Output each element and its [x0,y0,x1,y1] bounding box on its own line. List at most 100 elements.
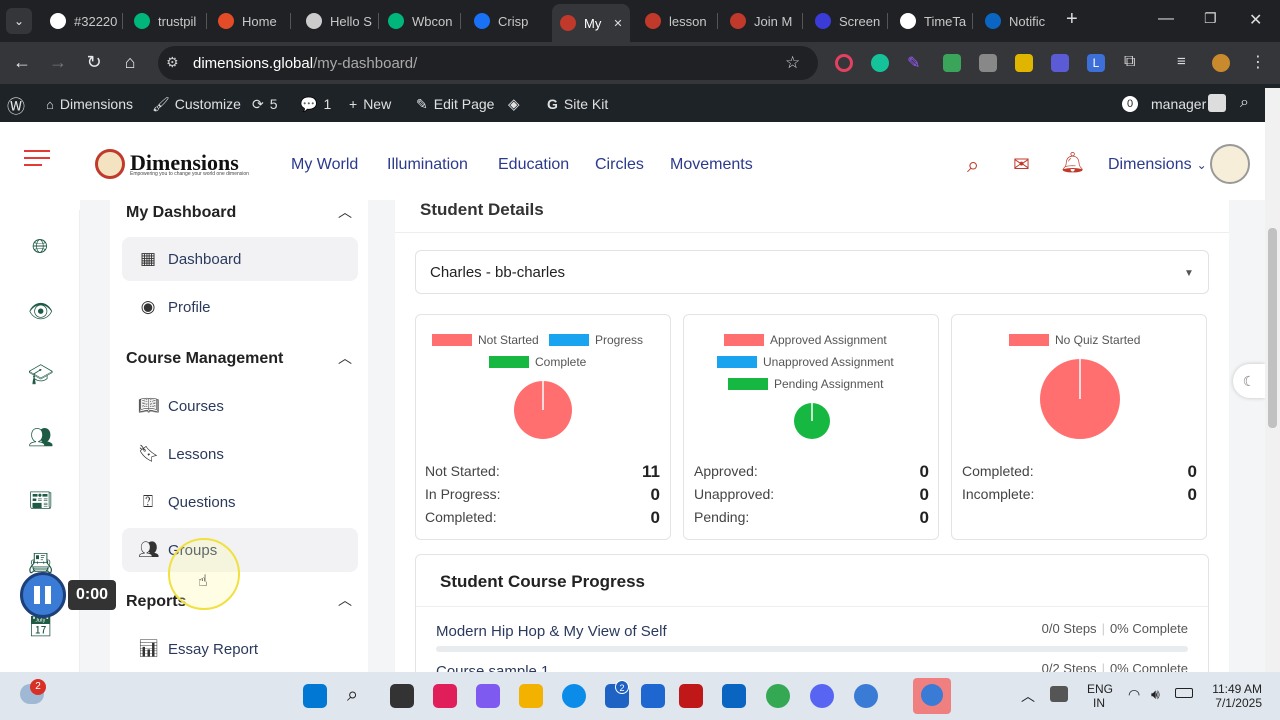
browser-tab[interactable]: Join M [722,7,798,35]
edge-icon[interactable] [562,684,586,708]
sidebar-item-profile[interactable]: ◉ Profile [122,285,358,329]
legend-approved[interactable]: Approved Assignment [724,333,887,347]
volume-icon[interactable]: 🔊︎ [1151,686,1160,703]
nav-circles[interactable]: Circles [595,156,644,174]
course-name[interactable]: Modern Hip Hop & My View of Self [436,623,667,640]
diamond-icon[interactable]: ◈ [508,95,520,113]
legend-unapproved[interactable]: Unapproved Assignment [717,355,894,369]
system-clock[interactable]: 11:49 AM 7/1/2025 [1206,682,1262,710]
recorder-app-icon[interactable] [854,684,878,708]
extension-instagram-icon[interactable] [835,54,853,72]
task-view-icon[interactable] [390,684,414,708]
eye-icon[interactable]: 👁︎ [28,299,53,323]
hamburger-menu-icon[interactable] [24,150,50,168]
legend-no-quiz-started[interactable]: No Quiz Started [1009,333,1140,347]
profile-avatar[interactable] [1212,54,1230,72]
chrome-icon[interactable] [766,684,790,708]
restore-icon[interactable]: ❐ [1204,10,1217,27]
scrollbar-thumb[interactable] [1268,228,1277,428]
wifi-icon[interactable]: ◠ [1128,686,1140,703]
url-text[interactable]: dimensions.global/my-dashboard/ [193,55,417,72]
search-icon[interactable]: ⌕ [347,684,371,708]
close-tab-icon[interactable]: ✕ [613,17,622,30]
teamviewer-icon[interactable] [641,684,665,708]
browser-menu-icon[interactable]: ⋮ [1250,52,1268,71]
onedrive-icon[interactable] [1050,686,1068,702]
back-icon[interactable]: ← [10,52,34,73]
close-window-icon[interactable]: ✕ [1249,10,1262,30]
browser-tab[interactable]: Home [210,7,286,35]
browser-tab[interactable]: Screen [807,7,883,35]
file-explorer-icon[interactable] [519,684,543,708]
sidebar-item-essay-report[interactable]: 📊︎ Essay Report [122,627,358,671]
wp-user-avatar[interactable] [1208,94,1226,112]
extension-copy-icon[interactable] [979,54,997,72]
browser-tab[interactable]: lesson [637,7,713,35]
course-name[interactable]: Course sample 1 [436,662,549,672]
graduation-cap-icon[interactable]: 🎓︎ [28,362,53,386]
globe-icon[interactable]: 🌐︎ [28,236,52,260]
reload-icon[interactable]: ↻ [82,52,106,73]
wp-site-kit-link[interactable]: G Site Kit [547,96,608,112]
wp-notification-badge[interactable]: 0 [1122,96,1138,112]
copilot-icon[interactable] [476,684,500,708]
discord-icon[interactable] [810,684,834,708]
extension-feather-icon[interactable]: ✎ [907,53,925,72]
browser-tab[interactable]: trustpil [126,7,202,35]
assignment-status-pie[interactable] [793,402,831,440]
media-control-icon[interactable]: ≡ [1177,53,1195,71]
nav-illumination[interactable]: Illumination [387,156,468,174]
dark-mode-toggle-icon[interactable]: ☾ [1233,364,1265,398]
forward-icon[interactable]: → [46,52,70,73]
wp-comments-link[interactable]: 💬 1 [300,96,331,113]
section-title-my-dashboard[interactable]: My Dashboard [126,204,236,222]
minimize-icon[interactable]: — [1158,10,1174,28]
sidebar-item-dashboard[interactable]: ▦ Dashboard [122,237,358,281]
outlook-icon[interactable] [722,684,746,708]
nav-movements[interactable]: Movements [670,156,753,174]
legend-pending[interactable]: Pending Assignment [728,377,883,391]
wp-updates-link[interactable]: ⟳ 5 [252,96,278,113]
browser-tab[interactable]: Notific [977,7,1053,35]
browser-tab[interactable]: My ✕ [552,4,630,42]
quiz-status-pie[interactable] [1039,358,1121,440]
chevron-up-icon[interactable]: ︿ [338,202,352,222]
extensions-puzzle-icon[interactable]: ⧉ [1124,53,1142,71]
newspaper-icon[interactable]: 📰︎ [28,488,53,512]
windows-start-icon[interactable] [303,684,327,708]
legend-not-started[interactable]: Not Started [432,333,539,347]
wordpress-logo-icon[interactable]: Ⓦ [7,93,25,119]
sidebar-item-courses[interactable]: 📖︎ Courses [122,384,358,428]
home-icon[interactable]: ⌂ [118,52,142,73]
wp-customize-link[interactable]: 🖌 Customize [152,96,241,113]
section-title-course-management[interactable]: Course Management [126,350,283,368]
wp-site-link[interactable]: ⌂ Dimensions [46,96,133,112]
extension-android-icon[interactable] [943,54,961,72]
language-indicator[interactable]: ENG IN [1087,682,1113,710]
active-app-tile[interactable] [913,678,951,714]
extension-yellow-icon[interactable] [1015,54,1033,72]
browser-tab[interactable]: #32220 [42,7,118,35]
legend-complete[interactable]: Complete [489,355,586,369]
wp-edit-page-link[interactable]: ✎ Edit Page [416,96,494,113]
course-status-pie[interactable] [513,380,573,440]
slack-icon[interactable] [433,684,457,708]
wp-search-icon[interactable]: ⌕ [1240,94,1249,112]
site-info-icon[interactable]: ⚙ [166,54,179,71]
bell-icon[interactable]: 🔔︎ [1060,150,1085,175]
dimensions-logo-icon[interactable] [95,149,125,179]
extension-l-icon[interactable]: L [1087,54,1105,72]
nav-education[interactable]: Education [498,156,569,174]
extension-grammarly-icon[interactable] [871,54,889,72]
chevron-up-icon[interactable]: ︿ [338,590,352,610]
browser-tab[interactable]: Crisp [466,7,542,35]
dropdown-arrow-icon[interactable]: ▼ [1184,268,1194,279]
tab-search-icon[interactable]: ⌄ [6,8,32,34]
recorder-pause-button[interactable] [20,572,66,618]
bookmark-star-icon[interactable]: ☆ [785,53,800,73]
extension-gear-icon[interactable] [1051,54,1069,72]
mail-icon[interactable]: ✉ [1013,152,1030,177]
wp-user-name[interactable]: manager [1151,96,1206,112]
new-tab-button[interactable]: + [1066,8,1078,31]
battery-icon[interactable] [1175,688,1193,698]
